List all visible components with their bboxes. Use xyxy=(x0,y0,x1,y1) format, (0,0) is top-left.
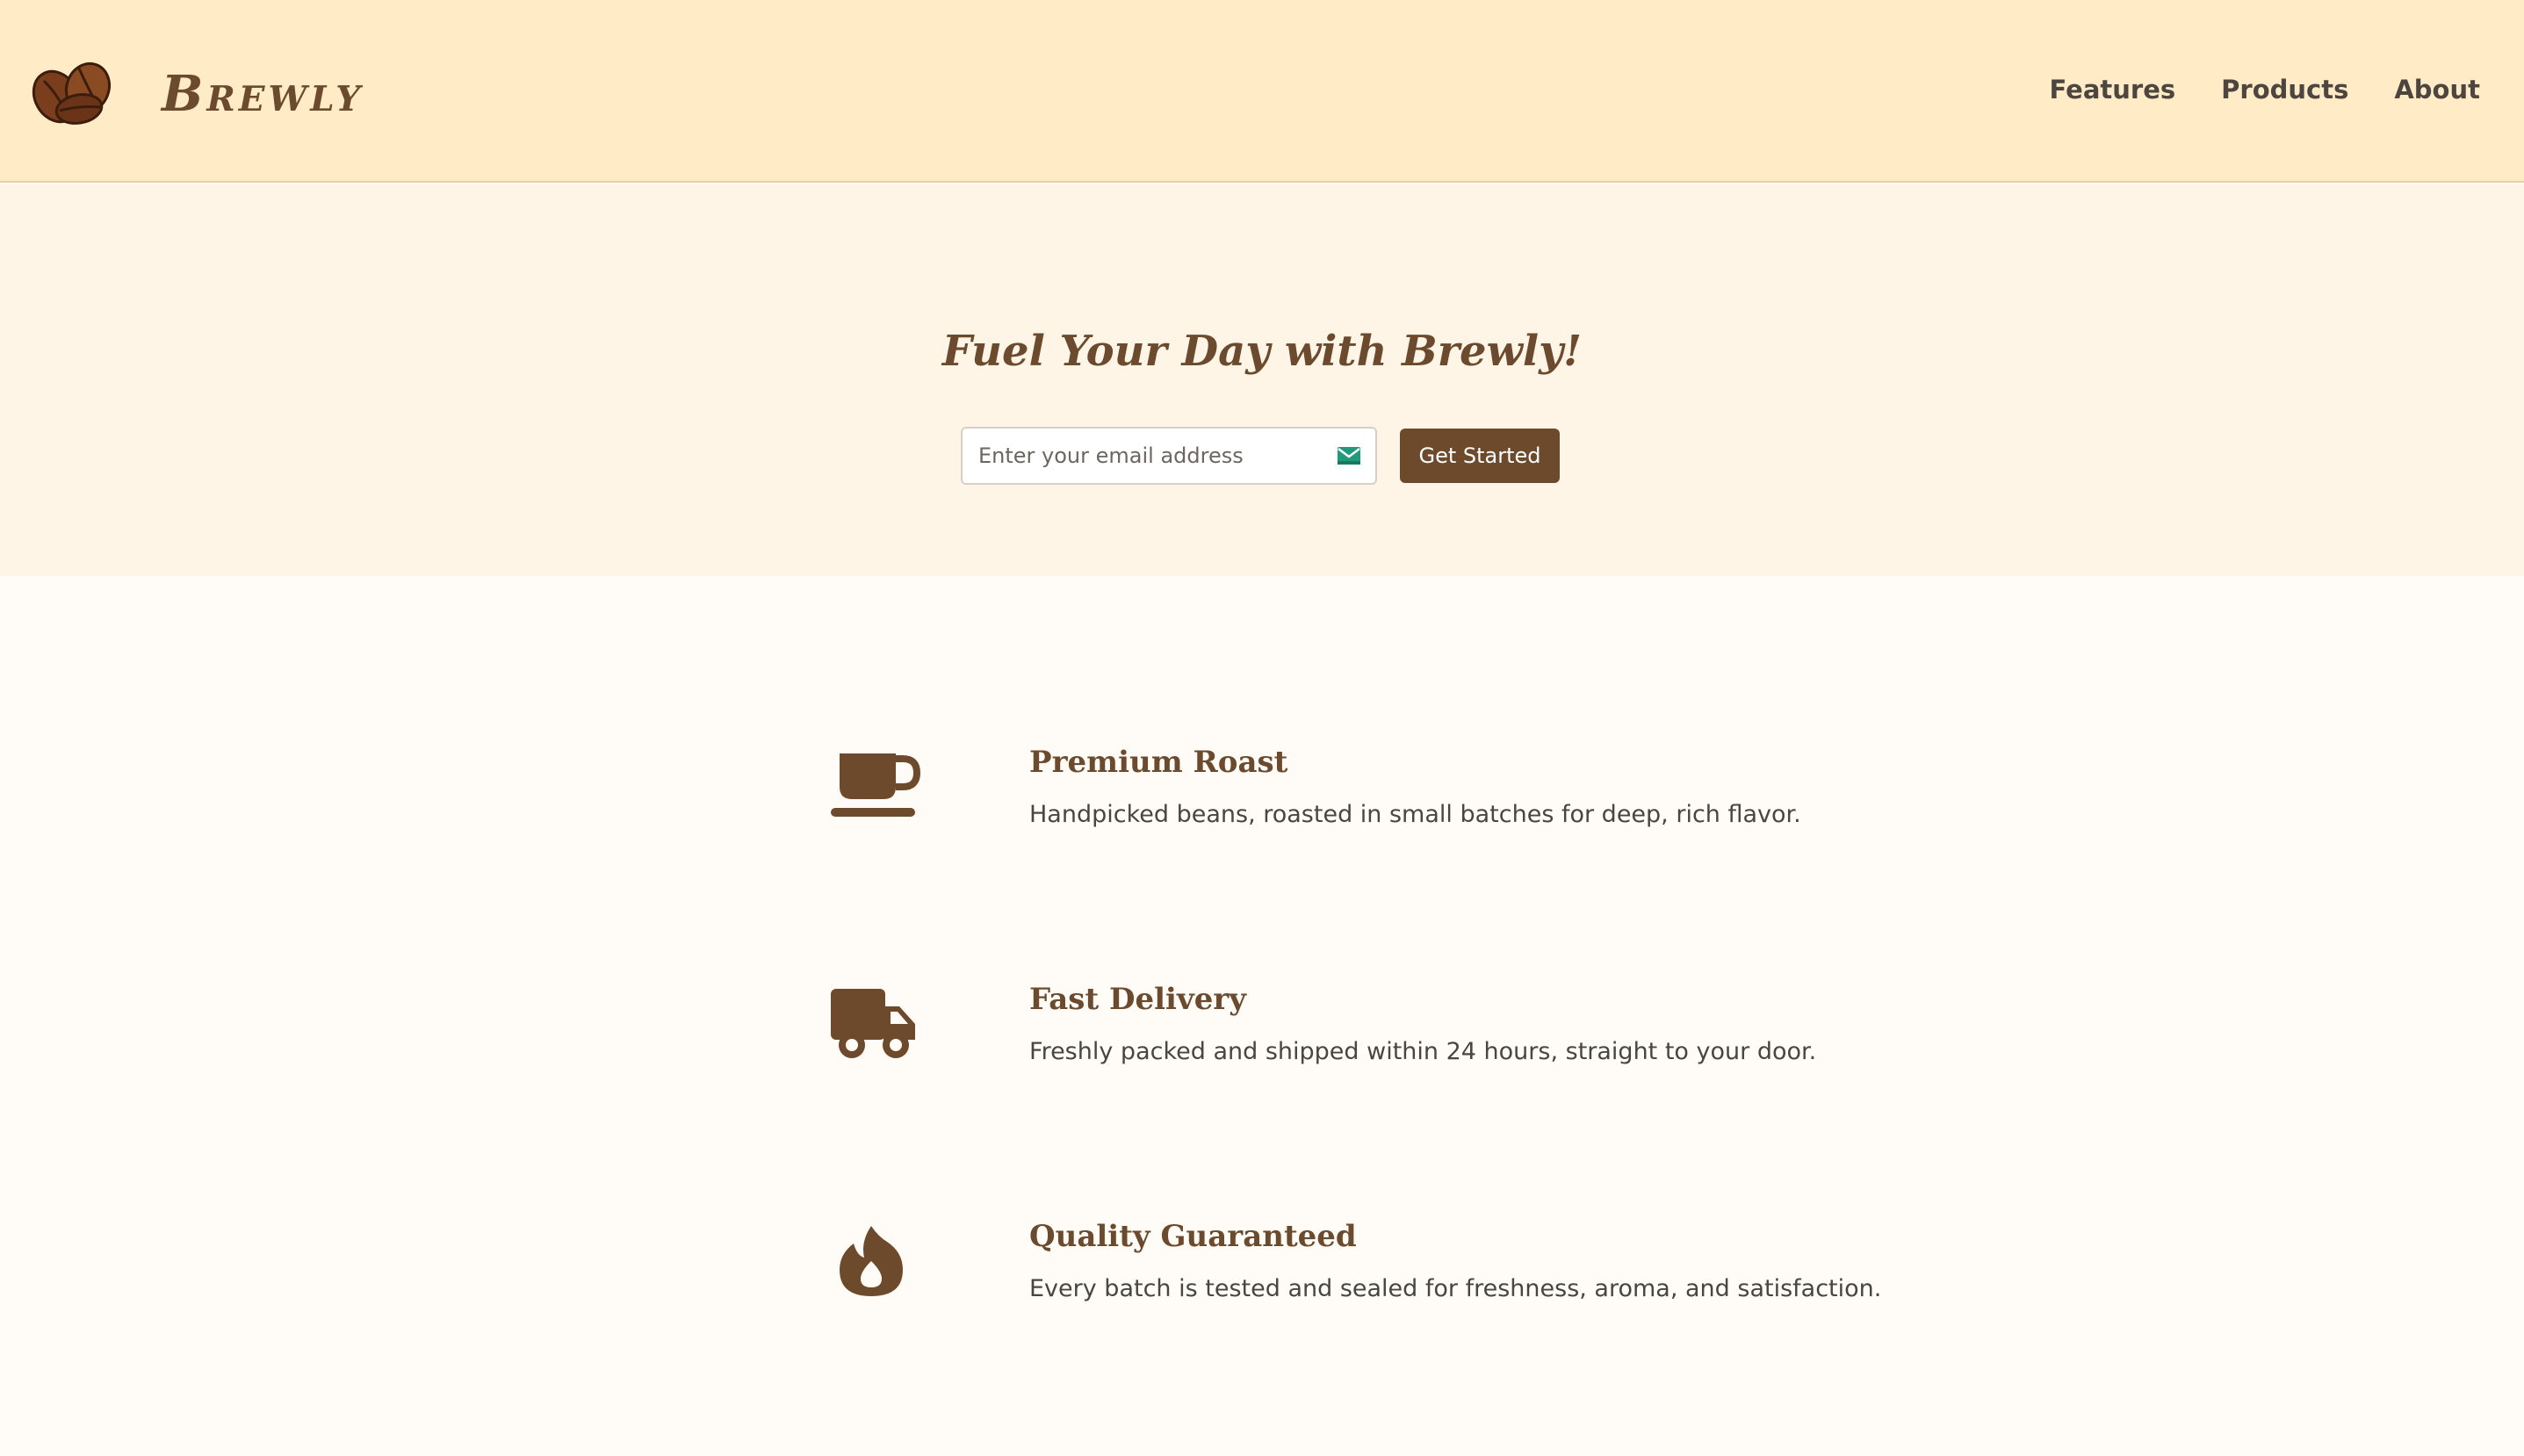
main-nav: Features Products About xyxy=(2050,74,2480,105)
feature-title: Quality Guaranteed xyxy=(1029,1219,1357,1254)
feature-description: Freshly packed and shipped within 24 hou… xyxy=(1029,1038,1817,1065)
nav-item-about[interactable]: About xyxy=(2394,74,2480,105)
brand-name[interactable]: Brewly xyxy=(162,63,364,125)
features-section: Premium Roast Handpicked beans, roasted … xyxy=(0,576,2524,1456)
nav-item-products[interactable]: Products xyxy=(2221,74,2348,105)
coffee-beans-icon[interactable] xyxy=(30,56,118,126)
feature-description: Every batch is tested and sealed for fre… xyxy=(1029,1275,1882,1302)
mail-icon xyxy=(1338,447,1360,465)
feature-item-premium-roast: Premium Roast Handpicked beans, roasted … xyxy=(808,743,1862,857)
get-started-button[interactable]: Get Started xyxy=(1400,429,1560,483)
feature-item-fast-delivery: Fast Delivery Freshly packed and shipped… xyxy=(808,980,1862,1094)
delivery-truck-icon xyxy=(831,989,915,1058)
email-input[interactable] xyxy=(963,429,1323,483)
site-header: Brewly Features Products About xyxy=(0,0,2524,183)
email-field-wrapper xyxy=(961,427,1377,485)
fire-icon xyxy=(840,1226,903,1296)
feature-title: Fast Delivery xyxy=(1029,982,1246,1017)
feature-description: Handpicked beans, roasted in small batch… xyxy=(1029,801,1801,828)
nav-item-features[interactable]: Features xyxy=(2050,74,2176,105)
coffee-cup-icon xyxy=(831,753,920,817)
feature-title: Premium Roast xyxy=(1029,745,1288,780)
hero-title: Fuel Your Day with Brewly! xyxy=(941,327,1583,376)
feature-item-quality-guaranteed: Quality Guaranteed Every batch is tested… xyxy=(808,1217,1881,1331)
hero-section: Fuel Your Day with Brewly! Get Started xyxy=(0,184,2524,576)
